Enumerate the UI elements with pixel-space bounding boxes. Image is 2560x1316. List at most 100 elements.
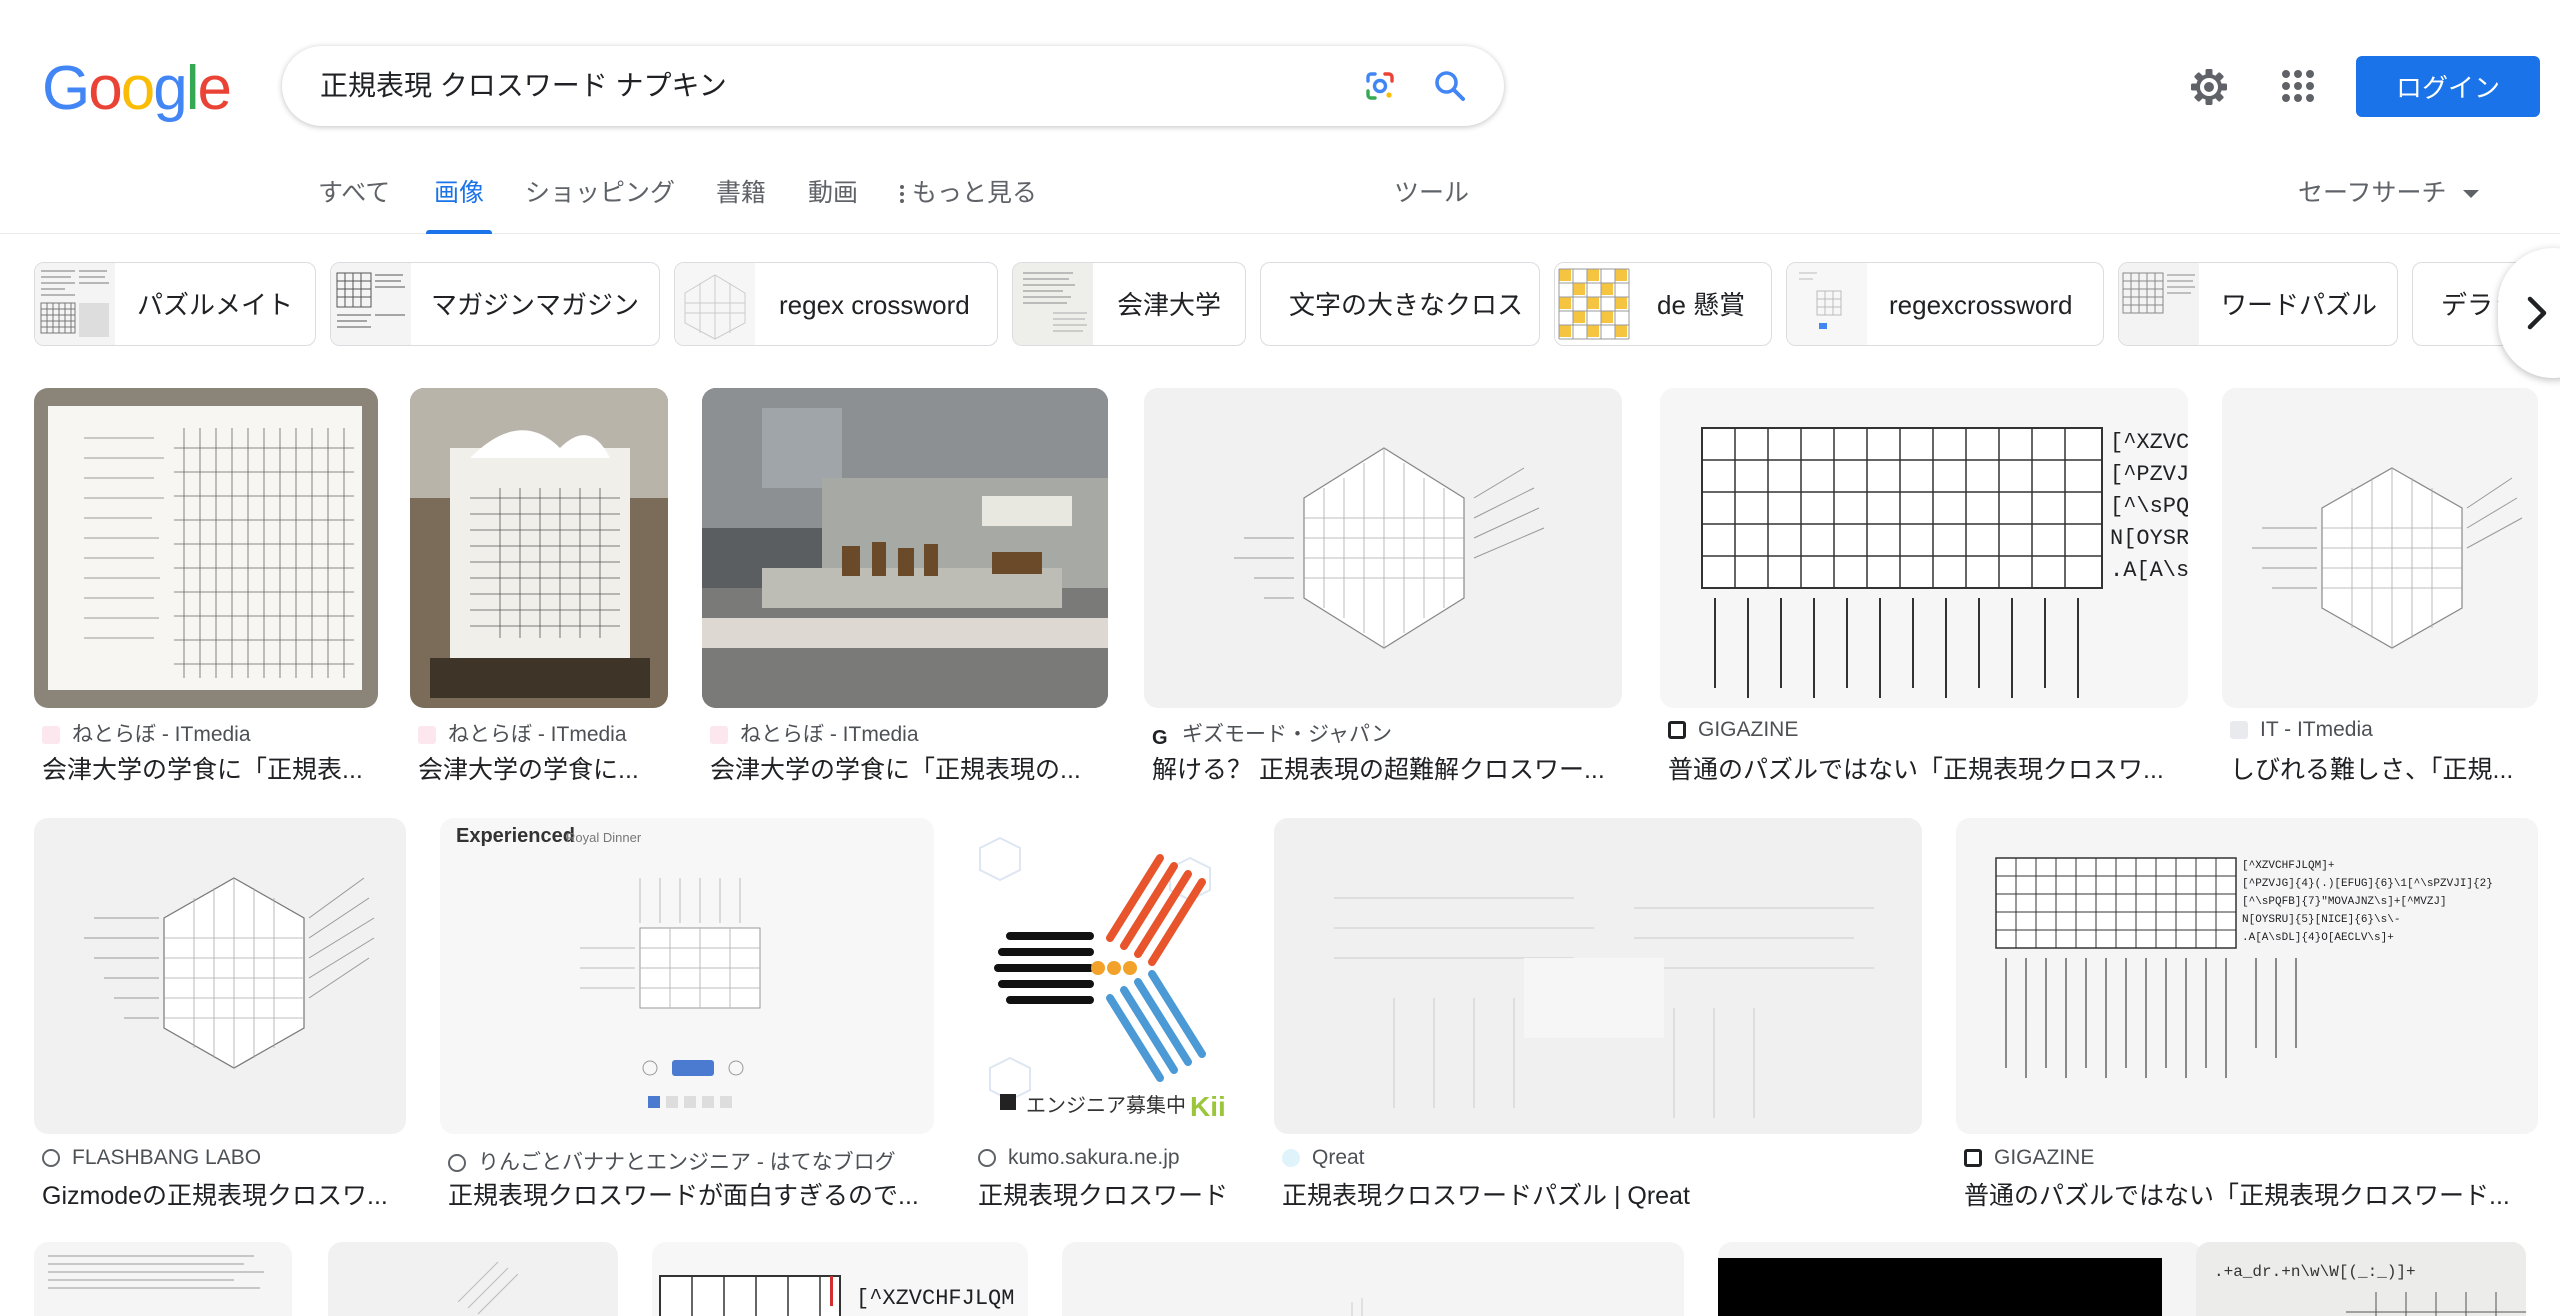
tab-videos[interactable]: 動画: [808, 170, 858, 234]
chip-regex-crossword[interactable]: regex crossword: [674, 262, 998, 346]
google-lens-icon[interactable]: [1362, 68, 1398, 104]
result-thumbnail[interactable]: [34, 388, 378, 708]
safesearch-button[interactable]: セーフサーチ: [2298, 170, 2479, 234]
svg-text:[^PZVJG]{4}(.)[EFUG]{6}\1[^\sP: [^PZVJG]{4}(.)[EFUG]{6}\1[^\sPZVJI]{2}: [2242, 878, 2493, 890]
chip-de-kensho[interactable]: de 懸賞: [1554, 262, 1772, 346]
image-result[interactable]: IT - ITmedia しびれる難しさ、「正規...: [2222, 388, 2538, 788]
result-thumbnail[interactable]: [^XZVCHFJLQM: [652, 1242, 1028, 1316]
chip-regexcrossword[interactable]: regexcrossword: [1786, 262, 2104, 346]
image-result[interactable]: [34, 1242, 292, 1316]
google-logo[interactable]: Google: [42, 58, 232, 120]
result-title[interactable]: Gizmodeの正規表現クロスワ...: [42, 1176, 408, 1212]
result-title[interactable]: 正規表現クロスワードパズル | Qreat: [1282, 1176, 1922, 1212]
image-result[interactable]: [^XZVCHF [^PZVJG] [^\sPQFE N[OYSRU] .A[A…: [1660, 388, 2190, 788]
result-thumbnail[interactable]: [^XZVCHF [^PZVJG] [^\sPQFE N[OYSRU] .A[A…: [1660, 388, 2188, 708]
svg-text:Experienced: Experienced: [456, 825, 575, 847]
chip-aizu-university[interactable]: 会津大学: [1012, 262, 1246, 346]
svg-text:N[OYSRU]: N[OYSRU]: [2110, 526, 2188, 551]
result-title[interactable]: 会津大学の学食に「正規表...: [42, 750, 372, 786]
header: Google 正規表現 クロスワード ナプキン ログイン: [0, 0, 2560, 170]
result-thumbnail[interactable]: [328, 1242, 618, 1316]
chip-word-puzzle[interactable]: ワードパズル: [2118, 262, 2398, 346]
result-thumbnail[interactable]: エンジニア募集中 Kii: [970, 818, 1238, 1134]
result-thumbnail[interactable]: [1144, 388, 1622, 708]
globe-icon: [978, 1149, 996, 1167]
tab-books[interactable]: 書籍: [716, 170, 766, 234]
chip-large-print-crossword[interactable]: 文字の大きなクロス: [1260, 262, 1540, 346]
chip-thumbnail: [35, 263, 115, 345]
gigazine-favicon: [1668, 721, 1686, 739]
gizmodo-favicon: G: [1152, 728, 1170, 748]
result-title[interactable]: 会津大学の学食に「正規表現の...: [710, 750, 1110, 786]
caret-down-icon: [2462, 190, 2479, 199]
result-title[interactable]: 解ける？ 正規表現の超難解クロスワー...: [1152, 750, 1622, 786]
svg-text:[^XZVCHFJLQM]+: [^XZVCHFJLQM]+: [2242, 860, 2334, 872]
search-box[interactable]: 正規表現 クロスワード ナプキン: [282, 46, 1504, 126]
image-result[interactable]: [^XZVCHFJLQM: [652, 1242, 1028, 1316]
tab-all[interactable]: すべて: [318, 170, 390, 234]
result-title[interactable]: 正規表現クロスワード: [978, 1176, 1246, 1212]
image-result[interactable]: [328, 1242, 618, 1316]
image-result[interactable]: G ギズモード・ジャパン 解ける？ 正規表現の超難解クロスワー...: [1144, 388, 1628, 788]
image-result[interactable]: エンジニア募集中 Kii kumo.sakura.ne.jp 正規表現クロスワー…: [970, 818, 1242, 1218]
svg-text:[^XZVCHFJLQM: [^XZVCHFJLQM: [856, 1286, 1014, 1311]
image-result[interactable]: .+a_dr.+n\w\W[(_:_)]+: [2196, 1242, 2526, 1316]
svg-text:[^PZVJG]: [^PZVJG]: [2110, 462, 2188, 487]
hatena-favicon: [448, 1154, 466, 1172]
result-thumbnail[interactable]: [702, 388, 1108, 708]
gigazine-favicon: [1964, 1149, 1982, 1167]
search-icon[interactable]: [1432, 68, 1468, 104]
svg-text:.A[A\sDL: .A[A\sDL: [2110, 558, 2188, 583]
svg-text:[^\sPQFB]{7}"MOVAJNZ\s]+[^MVZJ: [^\sPQFB]{7}"MOVAJNZ\s]+[^MVZJ]: [2242, 896, 2447, 908]
image-result[interactable]: Qreat 正規表現クロスワードパズル | Qreat: [1274, 818, 1924, 1218]
result-title[interactable]: 普通のパズルではない「正規表現クロスワード...: [1964, 1176, 2524, 1212]
chip-thumbnail: [331, 263, 411, 345]
google-apps-icon[interactable]: [2280, 68, 2316, 104]
chip-thumbnail: [675, 263, 755, 345]
result-thumbnail[interactable]: Experienced Royal Dinner: [440, 818, 934, 1134]
result-title[interactable]: 普通のパズルではない「正規表現クロスワ...: [1668, 750, 2188, 786]
svg-text:N[OYSRU]{5}[NICE]{6}\s\-: N[OYSRU]{5}[NICE]{6}\s\-: [2242, 914, 2400, 926]
result-thumbnail[interactable]: [^XZVCHFJLQM]+ [^PZVJG]{4}(.)[EFUG]{6}\1…: [1956, 818, 2538, 1134]
result-thumbnail[interactable]: [1718, 1242, 2202, 1316]
image-result[interactable]: [1718, 1242, 2202, 1316]
nlab-favicon: [710, 726, 728, 744]
search-input[interactable]: 正規表現 クロスワード ナプキン: [320, 46, 1300, 126]
image-result[interactable]: ねとらぼ - ITmedia 会津大学の学食に...: [410, 388, 670, 788]
tab-images[interactable]: 画像: [425, 170, 493, 234]
qreat-favicon: [1282, 1149, 1300, 1167]
result-title[interactable]: 正規表現クロスワードが面白すぎるので...: [448, 1176, 938, 1212]
result-thumbnail[interactable]: [34, 818, 406, 1134]
related-chips: パズルメイト マガジンマガジン regex crossword 会津大学 文字の…: [0, 258, 2560, 350]
tab-shopping[interactable]: ショッピング: [525, 170, 675, 234]
image-result[interactable]: [^XZVCHFJLQM]+ [^PZVJG]{4}(.)[EFUG]{6}\1…: [1956, 818, 2540, 1218]
chip-magazine-magazine[interactable]: マガジンマガジン: [330, 262, 660, 346]
image-result[interactable]: ねとらぼ - ITmedia 会津大学の学食に「正規表...: [34, 388, 378, 788]
chevron-right-icon: [2527, 296, 2547, 330]
image-result[interactable]: FLASHBANG LABO Gizmodeの正規表現クロスワ...: [34, 818, 408, 1218]
svg-text:[^\sPQFE: [^\sPQFE: [2110, 494, 2188, 519]
image-result[interactable]: [1062, 1242, 1684, 1316]
chip-thumbnail: [1555, 263, 1635, 345]
tools-button[interactable]: ツール: [1394, 170, 1469, 234]
result-thumbnail[interactable]: [1062, 1242, 1684, 1316]
result-thumbnail[interactable]: [410, 388, 668, 708]
result-thumbnail[interactable]: [1274, 818, 1922, 1134]
result-thumbnail[interactable]: .+a_dr.+n\w\W[(_:_)]+: [2196, 1242, 2526, 1316]
result-thumbnail[interactable]: [34, 1242, 292, 1316]
result-title[interactable]: 会津大学の学食に...: [418, 750, 668, 786]
nlab-favicon: [42, 726, 60, 744]
image-result[interactable]: Experienced Royal Dinner りんごとバナナとエンジニア -…: [440, 818, 936, 1218]
svg-text:エンジニア募集中: エンジニア募集中: [1026, 1093, 1186, 1117]
result-thumbnail[interactable]: [2222, 388, 2538, 708]
chip-thumbnail: [1013, 263, 1093, 345]
tab-more[interactable]: もっと見る: [900, 170, 1037, 234]
result-title[interactable]: しびれる難しさ、「正規...: [2230, 750, 2540, 786]
chip-puzzlemate[interactable]: パズルメイト: [34, 262, 316, 346]
svg-text:Royal Dinner: Royal Dinner: [566, 830, 642, 845]
image-result[interactable]: ねとらぼ - ITmedia 会津大学の学食に「正規表現の...: [702, 388, 1112, 788]
login-button[interactable]: ログイン: [2356, 56, 2540, 117]
settings-gear-icon[interactable]: [2188, 66, 2230, 108]
globe-icon: [42, 1149, 60, 1167]
svg-text:.A[A\sDL]{4}O[AECLV\s]+: .A[A\sDL]{4}O[AECLV\s]+: [2242, 932, 2394, 944]
